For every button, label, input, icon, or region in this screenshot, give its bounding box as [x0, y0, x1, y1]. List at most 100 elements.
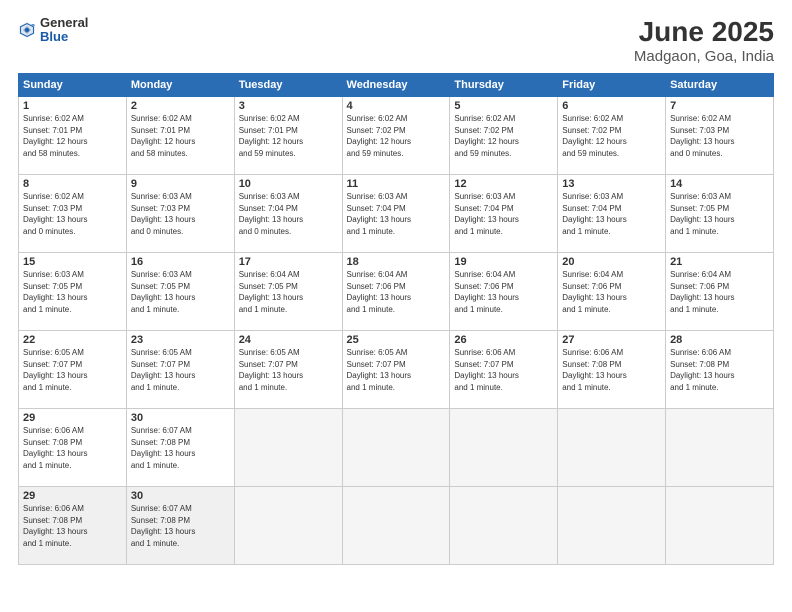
table-row: 24Sunrise: 6:05 AMSunset: 7:07 PMDayligh…	[234, 331, 342, 409]
table-row	[342, 487, 450, 565]
table-row: 12Sunrise: 6:03 AMSunset: 7:04 PMDayligh…	[450, 175, 558, 253]
table-row: 2Sunrise: 6:02 AMSunset: 7:01 PMDaylight…	[126, 97, 234, 175]
day-number: 20	[562, 256, 661, 268]
day-info: Sunrise: 6:06 AMSunset: 7:08 PMDaylight:…	[670, 347, 769, 393]
table-row: 19Sunrise: 6:04 AMSunset: 7:06 PMDayligh…	[450, 253, 558, 331]
table-row	[558, 487, 666, 565]
table-row: 1Sunrise: 6:02 AMSunset: 7:01 PMDaylight…	[19, 97, 127, 175]
table-row: 27Sunrise: 6:06 AMSunset: 7:08 PMDayligh…	[558, 331, 666, 409]
calendar-week-row: 8Sunrise: 6:02 AMSunset: 7:03 PMDaylight…	[19, 175, 774, 253]
table-row: 21Sunrise: 6:04 AMSunset: 7:06 PMDayligh…	[666, 253, 774, 331]
day-number: 3	[239, 100, 338, 112]
calendar-week-row: 29Sunrise: 6:06 AMSunset: 7:08 PMDayligh…	[19, 487, 774, 565]
day-info: Sunrise: 6:03 AMSunset: 7:05 PMDaylight:…	[23, 269, 122, 315]
day-info: Sunrise: 6:02 AMSunset: 7:01 PMDaylight:…	[131, 113, 230, 159]
col-saturday: Saturday	[666, 74, 774, 97]
table-row	[234, 409, 342, 487]
day-info: Sunrise: 6:02 AMSunset: 7:02 PMDaylight:…	[454, 113, 553, 159]
day-number: 13	[562, 178, 661, 190]
day-info: Sunrise: 6:05 AMSunset: 7:07 PMDaylight:…	[131, 347, 230, 393]
table-row	[342, 409, 450, 487]
table-row: 15Sunrise: 6:03 AMSunset: 7:05 PMDayligh…	[19, 253, 127, 331]
table-row: 4Sunrise: 6:02 AMSunset: 7:02 PMDaylight…	[342, 97, 450, 175]
day-number: 27	[562, 334, 661, 346]
table-row: 16Sunrise: 6:03 AMSunset: 7:05 PMDayligh…	[126, 253, 234, 331]
day-info: Sunrise: 6:03 AMSunset: 7:04 PMDaylight:…	[562, 191, 661, 237]
day-number: 29	[23, 412, 122, 424]
day-info: Sunrise: 6:05 AMSunset: 7:07 PMDaylight:…	[347, 347, 446, 393]
day-info: Sunrise: 6:03 AMSunset: 7:04 PMDaylight:…	[347, 191, 446, 237]
day-info: Sunrise: 6:05 AMSunset: 7:07 PMDaylight:…	[23, 347, 122, 393]
day-number: 2	[131, 100, 230, 112]
day-number: 6	[562, 100, 661, 112]
day-info: Sunrise: 6:02 AMSunset: 7:01 PMDaylight:…	[239, 113, 338, 159]
page: General Blue June 2025 Madgaon, Goa, Ind…	[0, 0, 792, 612]
calendar-week-row: 29Sunrise: 6:06 AMSunset: 7:08 PMDayligh…	[19, 409, 774, 487]
table-row	[450, 409, 558, 487]
table-row: 18Sunrise: 6:04 AMSunset: 7:06 PMDayligh…	[342, 253, 450, 331]
table-row: 30Sunrise: 6:07 AMSunset: 7:08 PMDayligh…	[126, 409, 234, 487]
generalblue-icon	[18, 21, 36, 39]
day-number: 10	[239, 178, 338, 190]
table-row: 25Sunrise: 6:05 AMSunset: 7:07 PMDayligh…	[342, 331, 450, 409]
table-row	[450, 487, 558, 565]
day-info: Sunrise: 6:03 AMSunset: 7:05 PMDaylight:…	[131, 269, 230, 315]
day-info: Sunrise: 6:07 AMSunset: 7:08 PMDaylight:…	[131, 503, 230, 549]
day-info: Sunrise: 6:04 AMSunset: 7:05 PMDaylight:…	[239, 269, 338, 315]
day-number: 21	[670, 256, 769, 268]
table-row: 6Sunrise: 6:02 AMSunset: 7:02 PMDaylight…	[558, 97, 666, 175]
table-row: 3Sunrise: 6:02 AMSunset: 7:01 PMDaylight…	[234, 97, 342, 175]
table-row: 7Sunrise: 6:02 AMSunset: 7:03 PMDaylight…	[666, 97, 774, 175]
day-info: Sunrise: 6:04 AMSunset: 7:06 PMDaylight:…	[670, 269, 769, 315]
day-number: 24	[239, 334, 338, 346]
day-info: Sunrise: 6:02 AMSunset: 7:02 PMDaylight:…	[562, 113, 661, 159]
table-row	[666, 409, 774, 487]
day-number: 14	[670, 178, 769, 190]
calendar-title: June 2025	[634, 16, 774, 48]
day-info: Sunrise: 6:05 AMSunset: 7:07 PMDaylight:…	[239, 347, 338, 393]
day-info: Sunrise: 6:04 AMSunset: 7:06 PMDaylight:…	[454, 269, 553, 315]
table-row	[234, 487, 342, 565]
day-info: Sunrise: 6:06 AMSunset: 7:08 PMDaylight:…	[562, 347, 661, 393]
day-info: Sunrise: 6:02 AMSunset: 7:01 PMDaylight:…	[23, 113, 122, 159]
table-row: 9Sunrise: 6:03 AMSunset: 7:03 PMDaylight…	[126, 175, 234, 253]
col-thursday: Thursday	[450, 74, 558, 97]
day-info: Sunrise: 6:03 AMSunset: 7:04 PMDaylight:…	[454, 191, 553, 237]
calendar-subtitle: Madgaon, Goa, India	[634, 48, 774, 65]
table-row: 20Sunrise: 6:04 AMSunset: 7:06 PMDayligh…	[558, 253, 666, 331]
calendar-week-row: 22Sunrise: 6:05 AMSunset: 7:07 PMDayligh…	[19, 331, 774, 409]
day-number: 25	[347, 334, 446, 346]
col-friday: Friday	[558, 74, 666, 97]
title-block: June 2025 Madgaon, Goa, India	[634, 16, 774, 65]
calendar-header-row: Sunday Monday Tuesday Wednesday Thursday…	[19, 74, 774, 97]
day-number: 29	[23, 490, 122, 502]
calendar-week-row: 1Sunrise: 6:02 AMSunset: 7:01 PMDaylight…	[19, 97, 774, 175]
logo-blue: Blue	[40, 29, 68, 44]
day-info: Sunrise: 6:07 AMSunset: 7:08 PMDaylight:…	[131, 425, 230, 471]
day-info: Sunrise: 6:02 AMSunset: 7:03 PMDaylight:…	[670, 113, 769, 159]
day-info: Sunrise: 6:02 AMSunset: 7:03 PMDaylight:…	[23, 191, 122, 237]
logo-general: General	[40, 15, 88, 30]
table-row: 26Sunrise: 6:06 AMSunset: 7:07 PMDayligh…	[450, 331, 558, 409]
table-row: 13Sunrise: 6:03 AMSunset: 7:04 PMDayligh…	[558, 175, 666, 253]
col-monday: Monday	[126, 74, 234, 97]
calendar-table: Sunday Monday Tuesday Wednesday Thursday…	[18, 73, 774, 565]
calendar-week-row: 15Sunrise: 6:03 AMSunset: 7:05 PMDayligh…	[19, 253, 774, 331]
day-number: 7	[670, 100, 769, 112]
table-row: 10Sunrise: 6:03 AMSunset: 7:04 PMDayligh…	[234, 175, 342, 253]
day-number: 4	[347, 100, 446, 112]
day-info: Sunrise: 6:04 AMSunset: 7:06 PMDaylight:…	[562, 269, 661, 315]
day-info: Sunrise: 6:03 AMSunset: 7:04 PMDaylight:…	[239, 191, 338, 237]
day-number: 19	[454, 256, 553, 268]
day-number: 26	[454, 334, 553, 346]
day-info: Sunrise: 6:06 AMSunset: 7:08 PMDaylight:…	[23, 503, 122, 549]
logo: General Blue	[18, 16, 88, 45]
table-row: 17Sunrise: 6:04 AMSunset: 7:05 PMDayligh…	[234, 253, 342, 331]
day-number: 15	[23, 256, 122, 268]
table-row: 22Sunrise: 6:05 AMSunset: 7:07 PMDayligh…	[19, 331, 127, 409]
col-sunday: Sunday	[19, 74, 127, 97]
day-info: Sunrise: 6:06 AMSunset: 7:08 PMDaylight:…	[23, 425, 122, 471]
day-number: 30	[131, 490, 230, 502]
day-number: 28	[670, 334, 769, 346]
day-info: Sunrise: 6:03 AMSunset: 7:05 PMDaylight:…	[670, 191, 769, 237]
